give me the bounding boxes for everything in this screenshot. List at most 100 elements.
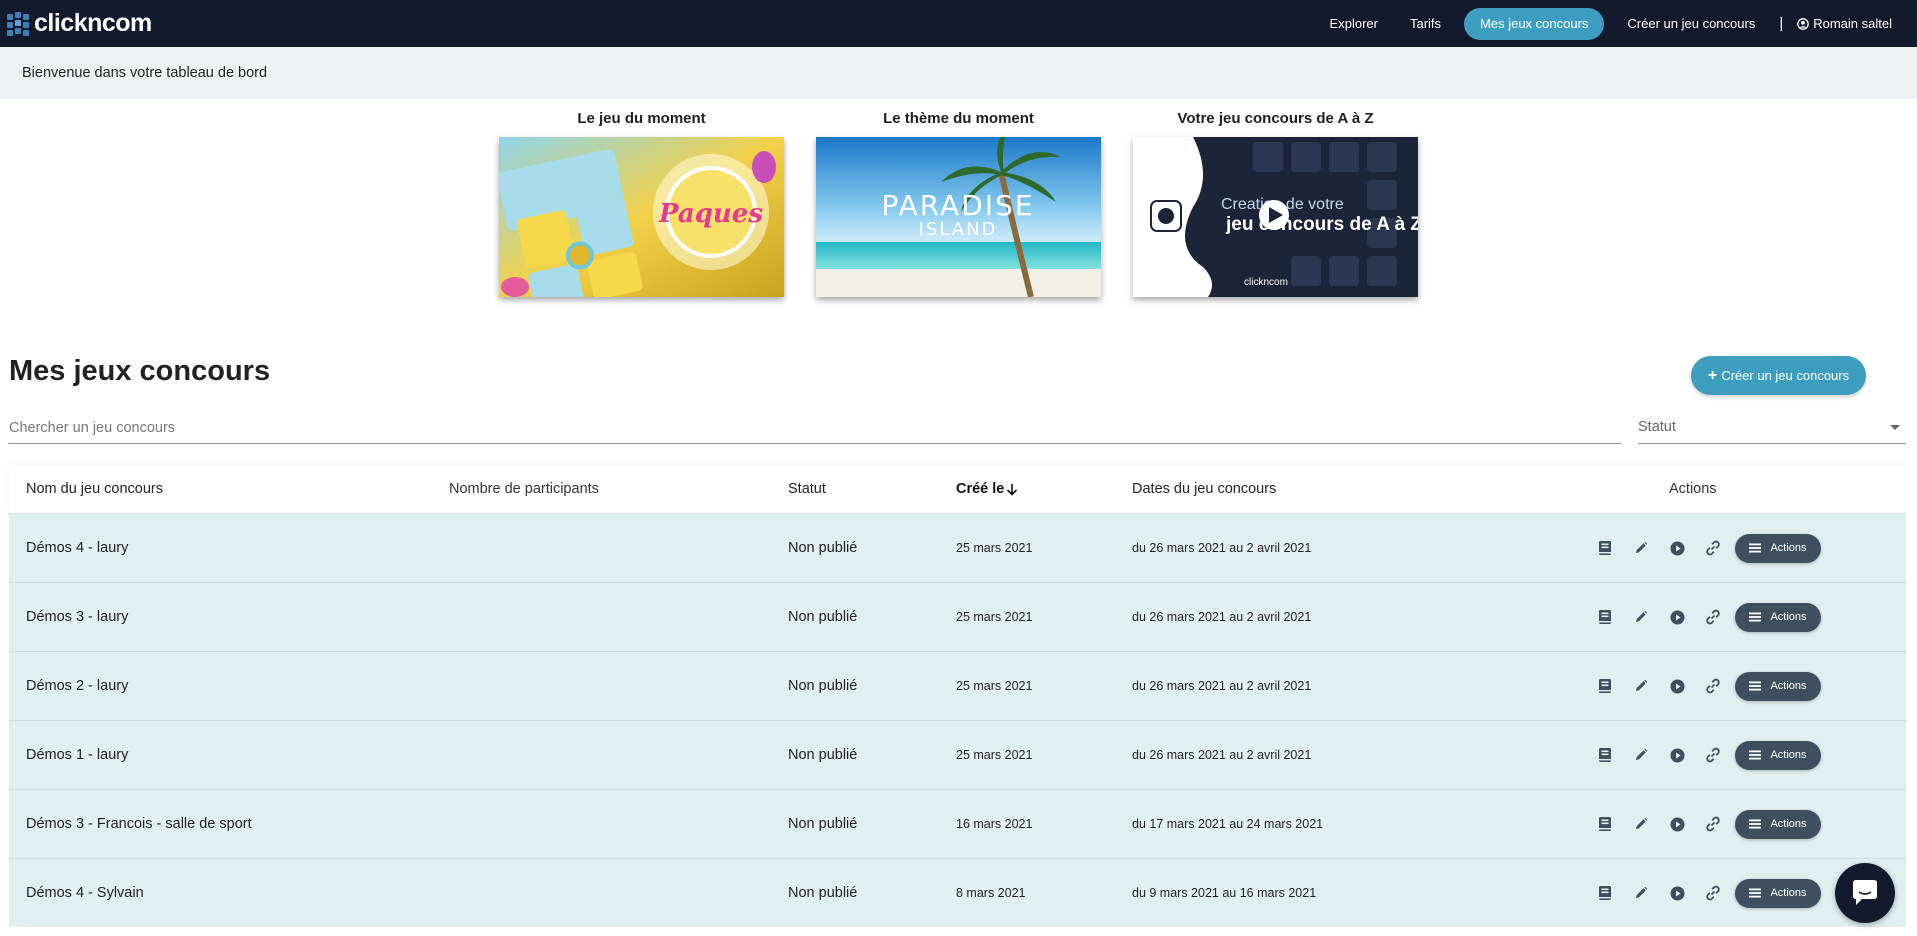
logo[interactable]: clickncom bbox=[5, 9, 152, 38]
book-icon[interactable] bbox=[1587, 879, 1623, 907]
contest-name[interactable]: Démos 4 - Sylvain bbox=[26, 885, 144, 901]
pencil-icon[interactable] bbox=[1623, 879, 1659, 907]
row-actions: Actions bbox=[1587, 671, 1821, 701]
contest-dates: du 9 mars 2021 au 16 mars 2021 bbox=[1132, 886, 1317, 900]
contest-name[interactable]: Démos 3 - laury bbox=[26, 609, 128, 625]
contest-name[interactable]: Démos 1 - laury bbox=[26, 747, 128, 763]
logo-text: clickncom bbox=[34, 9, 152, 37]
contest-name[interactable]: Démos 4 - laury bbox=[26, 540, 128, 556]
row-actions: Actions bbox=[1587, 740, 1821, 770]
create-contest-button[interactable]: + Créer un jeu concours bbox=[1691, 356, 1866, 395]
cube-logo-icon bbox=[7, 11, 29, 36]
row-actions: Actions bbox=[1587, 602, 1821, 632]
created-date: 8 mars 2021 bbox=[956, 886, 1026, 900]
th-status[interactable]: Statut bbox=[788, 481, 826, 497]
th-created[interactable]: Créé le bbox=[956, 481, 1018, 497]
table-row: Démos 1 - laury Non publié 25 mars 2021 … bbox=[9, 720, 1906, 789]
book-icon[interactable] bbox=[1587, 741, 1623, 769]
row-actions-menu-button[interactable]: Actions bbox=[1735, 809, 1821, 839]
book-icon[interactable] bbox=[1587, 810, 1623, 838]
row-actions: Actions bbox=[1587, 878, 1821, 908]
feature-title: Votre jeu concours de A à Z bbox=[1177, 110, 1374, 127]
play-icon[interactable] bbox=[1659, 810, 1695, 838]
feature-theme-of-moment: Le thème du moment PARADISE ISLAND bbox=[816, 99, 1101, 297]
pencil-icon[interactable] bbox=[1623, 603, 1659, 631]
play-icon[interactable] bbox=[1659, 879, 1695, 907]
nav-creer-jeu-concours[interactable]: Créer un jeu concours bbox=[1611, 8, 1771, 40]
sort-down-icon bbox=[1007, 483, 1018, 496]
contest-dates: du 26 mars 2021 au 2 avril 2021 bbox=[1132, 610, 1312, 624]
welcome-text: Bienvenue dans votre tableau de bord bbox=[22, 65, 268, 81]
pencil-icon[interactable] bbox=[1623, 741, 1659, 769]
actions-label: Actions bbox=[1770, 542, 1807, 554]
created-date: 25 mars 2021 bbox=[956, 679, 1033, 693]
link-icon[interactable] bbox=[1695, 741, 1731, 769]
row-actions-menu-button[interactable]: Actions bbox=[1735, 671, 1821, 701]
feature-image-paques[interactable]: Paques bbox=[499, 137, 784, 297]
th-dates[interactable]: Dates du jeu concours bbox=[1132, 481, 1276, 497]
book-icon[interactable] bbox=[1587, 603, 1623, 631]
row-actions: Actions bbox=[1587, 533, 1821, 563]
table-row: Démos 2 - laury Non publié 25 mars 2021 … bbox=[9, 651, 1906, 720]
contest-status: Non publié bbox=[788, 609, 858, 625]
contest-dates: du 17 mars 2021 au 24 mars 2021 bbox=[1132, 817, 1324, 831]
contest-status: Non publié bbox=[788, 885, 858, 901]
nav-tarifs[interactable]: Tarifs bbox=[1394, 8, 1457, 40]
menu-icon bbox=[1749, 888, 1762, 898]
play-icon[interactable] bbox=[1659, 741, 1695, 769]
row-actions-menu-button[interactable]: Actions bbox=[1735, 533, 1821, 563]
feature-video-thumbnail[interactable]: Creation de votre jeu concours de A à Z … bbox=[1133, 137, 1418, 297]
search-input[interactable] bbox=[9, 412, 1621, 444]
th-participants[interactable]: Nombre de participants bbox=[449, 481, 599, 497]
status-filter-select[interactable]: Statut bbox=[1638, 412, 1906, 444]
nav-mes-jeux-concours[interactable]: Mes jeux concours bbox=[1464, 7, 1605, 40]
link-icon[interactable] bbox=[1695, 603, 1731, 631]
status-filter-label: Statut bbox=[1638, 419, 1676, 435]
video-brand: clickncom bbox=[1244, 277, 1288, 288]
paques-text: Paques bbox=[658, 199, 763, 229]
row-actions-menu-button[interactable]: Actions bbox=[1735, 602, 1821, 632]
table-header: Nom du jeu concours Nombre de participan… bbox=[9, 465, 1906, 513]
page-title: Mes jeux concours bbox=[9, 355, 271, 387]
menu-icon bbox=[1749, 612, 1762, 622]
chat-button[interactable] bbox=[1835, 863, 1895, 923]
book-icon[interactable] bbox=[1587, 672, 1623, 700]
link-icon[interactable] bbox=[1695, 810, 1731, 838]
nav-explorer[interactable]: Explorer bbox=[1314, 8, 1394, 40]
book-icon[interactable] bbox=[1587, 534, 1623, 562]
created-date: 25 mars 2021 bbox=[956, 610, 1033, 624]
pencil-icon[interactable] bbox=[1623, 672, 1659, 700]
created-date: 25 mars 2021 bbox=[956, 748, 1033, 762]
top-navbar: clickncom Explorer Tarifs Mes jeux conco… bbox=[0, 0, 1917, 47]
table-row: Démos 4 - laury Non publié 25 mars 2021 … bbox=[9, 513, 1906, 582]
contest-name[interactable]: Démos 3 - Francois - salle de sport bbox=[26, 816, 252, 832]
table-row: Démos 4 - Sylvain Non publié 8 mars 2021… bbox=[9, 858, 1906, 927]
row-actions-menu-button[interactable]: Actions bbox=[1735, 878, 1821, 908]
feature-image-paradise[interactable]: PARADISE ISLAND bbox=[816, 137, 1101, 297]
th-name[interactable]: Nom du jeu concours bbox=[26, 481, 163, 497]
play-icon[interactable] bbox=[1659, 534, 1695, 562]
menu-icon bbox=[1749, 819, 1762, 829]
user-menu[interactable]: Romain saltel bbox=[1791, 16, 1917, 31]
link-icon[interactable] bbox=[1695, 879, 1731, 907]
play-icon[interactable] bbox=[1659, 603, 1695, 631]
contest-status: Non publié bbox=[788, 678, 858, 694]
row-actions-menu-button[interactable]: Actions bbox=[1735, 740, 1821, 770]
video-line-2: jeu concours de A à Z bbox=[1225, 214, 1418, 235]
chat-icon bbox=[1853, 880, 1877, 905]
actions-label: Actions bbox=[1770, 887, 1807, 899]
row-actions: Actions bbox=[1587, 809, 1821, 839]
user-icon bbox=[1797, 17, 1810, 30]
pencil-icon[interactable] bbox=[1623, 534, 1659, 562]
contest-status: Non publié bbox=[788, 747, 858, 763]
created-date: 25 mars 2021 bbox=[956, 541, 1033, 555]
feature-title: Le thème du moment bbox=[883, 110, 1034, 127]
th-actions: Actions bbox=[1669, 481, 1717, 497]
link-icon[interactable] bbox=[1695, 672, 1731, 700]
link-icon[interactable] bbox=[1695, 534, 1731, 562]
actions-label: Actions bbox=[1770, 680, 1807, 692]
play-icon[interactable] bbox=[1659, 672, 1695, 700]
contest-name[interactable]: Démos 2 - laury bbox=[26, 678, 128, 694]
pencil-icon[interactable] bbox=[1623, 810, 1659, 838]
th-created-label: Créé le bbox=[956, 481, 1005, 497]
